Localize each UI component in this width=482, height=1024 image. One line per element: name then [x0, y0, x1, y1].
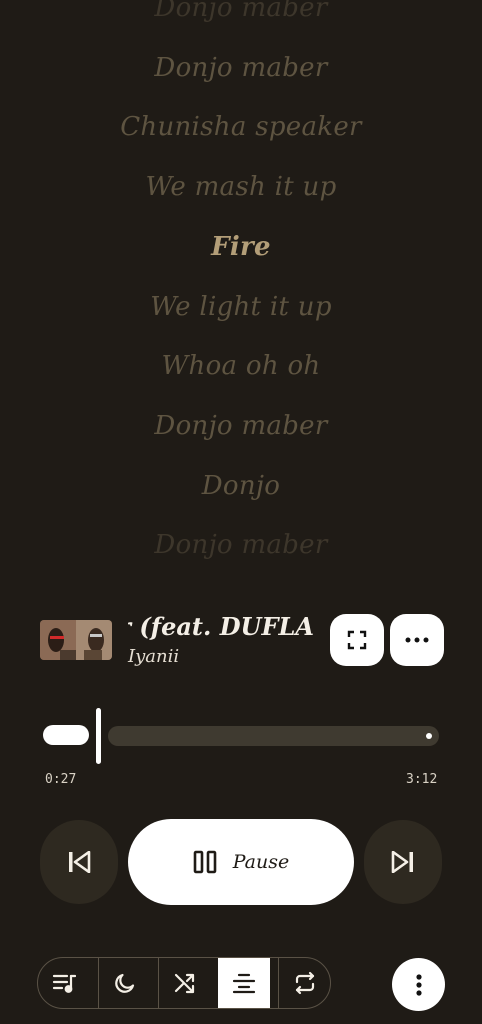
repeat-icon — [293, 971, 317, 995]
lyrics-alignment-button[interactable] — [218, 958, 270, 1008]
lyric-line[interactable]: Donjo maber — [0, 53, 482, 83]
more-vertical-icon — [415, 973, 422, 996]
repeat-button[interactable] — [278, 958, 330, 1008]
more-options-button[interactable] — [392, 958, 445, 1011]
seek-bar-remaining — [108, 726, 439, 746]
lyric-line[interactable]: Chunisha speaker — [0, 112, 482, 142]
pause-button[interactable]: Pause — [128, 819, 354, 905]
more-horizontal-icon — [405, 637, 429, 643]
elapsed-time: 0:27 — [45, 772, 77, 787]
seek-end-dot — [426, 733, 432, 739]
center-align-icon — [232, 972, 256, 994]
album-art[interactable] — [40, 620, 112, 660]
song-artist[interactable]: Iyanii — [128, 646, 179, 667]
fullscreen-button[interactable] — [330, 614, 384, 666]
lyric-line[interactable]: We light it up — [0, 292, 482, 322]
lyric-line[interactable]: Whoa oh oh — [0, 351, 482, 381]
shuffle-button[interactable] — [158, 958, 210, 1008]
shuffle-icon — [173, 971, 197, 995]
lyric-line-current[interactable]: Fire — [0, 232, 482, 262]
lyric-line[interactable]: We mash it up — [0, 172, 482, 202]
queue-music-icon — [52, 972, 76, 994]
previous-button[interactable] — [40, 820, 118, 904]
lyric-line[interactable]: Donjo — [0, 471, 482, 501]
queue-button[interactable] — [38, 958, 90, 1008]
skip-previous-icon — [67, 851, 91, 873]
pause-icon — [193, 850, 217, 874]
pause-label: Pause — [232, 851, 290, 873]
lyric-line[interactable]: Donjo maber — [0, 0, 482, 23]
fullscreen-icon — [347, 630, 367, 650]
skip-next-icon — [391, 851, 415, 873]
seek-thumb[interactable] — [96, 708, 101, 764]
lyric-line[interactable]: Donjo maber — [0, 411, 482, 441]
next-button[interactable] — [364, 820, 442, 904]
song-title[interactable]: er (feat. DUFLA — [128, 612, 314, 646]
total-duration: 3:12 — [406, 772, 438, 787]
moon-icon — [113, 971, 137, 995]
options-button[interactable] — [390, 614, 444, 666]
sleep-timer-button[interactable] — [98, 958, 150, 1008]
seek-bar-played — [43, 725, 89, 745]
lyric-line[interactable]: Donjo maber — [0, 530, 482, 560]
